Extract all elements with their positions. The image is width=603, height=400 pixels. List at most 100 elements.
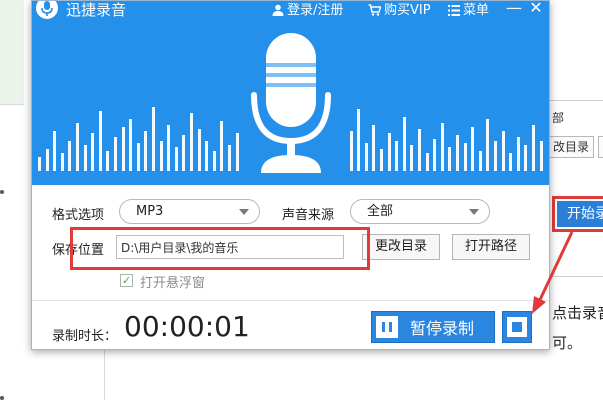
annotation-highlight-box <box>70 227 370 270</box>
audio-level-bar <box>235 133 239 171</box>
audio-level-bar <box>190 113 193 171</box>
audio-level-bar <box>425 153 429 171</box>
audio-level-bar <box>197 129 201 171</box>
footer-divider <box>32 300 549 301</box>
buy-vip-link[interactable]: 购买VIP <box>368 1 431 18</box>
audio-level-bar <box>83 145 87 171</box>
pause-recording-button[interactable]: 暂停录制 <box>371 311 495 343</box>
floating-window-checkbox[interactable]: ✓ <box>120 274 133 287</box>
audio-level-bar <box>410 145 414 171</box>
background-divider <box>0 104 24 105</box>
audio-level-bar <box>433 139 437 171</box>
audio-level-bar <box>448 147 452 171</box>
audio-level-bar <box>76 123 79 171</box>
audio-level-bar <box>478 151 482 171</box>
audio-level-bar <box>539 141 543 171</box>
audio-level-bar <box>372 125 376 171</box>
background-left-panel <box>0 0 24 104</box>
audio-level-bar <box>349 131 353 171</box>
background-change-dir-button: 改目录 <box>548 136 594 158</box>
audio-level-bar <box>136 143 140 171</box>
audio-level-bar <box>53 131 57 171</box>
audio-level-bar <box>456 135 459 171</box>
audio-level-bar <box>364 143 368 171</box>
microphone-icon <box>251 33 331 173</box>
pause-icon <box>376 316 398 338</box>
source-select[interactable]: 全部 <box>350 199 490 224</box>
floating-window-label: 打开悬浮窗 <box>140 276 206 291</box>
audio-level-bar <box>68 141 72 171</box>
login-link[interactable]: 登录/注册 <box>272 1 343 18</box>
change-directory-button[interactable]: 更改目录 <box>362 234 440 260</box>
audio-level-bar <box>182 135 186 171</box>
background-text-line: 可。 <box>552 334 583 352</box>
microphone-logo-icon <box>36 1 58 19</box>
audio-level-bar <box>494 141 497 171</box>
buy-vip-label: 购买VIP <box>384 3 431 18</box>
audio-level-bar <box>159 141 163 171</box>
audio-level-bar <box>402 117 406 171</box>
audio-level-bar <box>144 131 148 171</box>
close-button[interactable]: ✕ <box>526 1 546 17</box>
format-select[interactable]: MP3 <box>119 199 260 224</box>
audio-level-bar <box>174 147 178 171</box>
format-value: MP3 <box>136 204 164 219</box>
minimize-button[interactable]: — <box>504 1 524 17</box>
recorder-window: 迅捷录音 登录/注册 购买VIP 菜单 — ✕ 格式选项 MP3 声音来源 全部… <box>31 0 550 350</box>
user-icon <box>272 4 284 16</box>
background-open-button: 打 <box>598 136 603 158</box>
cart-icon <box>368 4 382 16</box>
audio-level-bar <box>418 129 421 171</box>
menu-lines-icon <box>448 5 460 16</box>
app-title: 迅捷录音 <box>66 1 127 19</box>
chevron-down-icon <box>469 209 479 215</box>
audio-level-bar <box>228 145 231 171</box>
recording-timer: 00:00:01 <box>124 310 250 343</box>
audio-level-bar <box>167 125 171 171</box>
audio-level-bar <box>501 131 505 171</box>
title-bar: 迅捷录音 登录/注册 购买VIP 菜单 — ✕ <box>32 1 549 23</box>
annotation-arrow-icon <box>532 231 574 314</box>
audio-level-bar <box>395 141 399 171</box>
audio-level-bar <box>98 111 102 171</box>
menu-button[interactable]: 菜单 <box>448 1 489 18</box>
audio-level-bar <box>516 137 520 171</box>
pause-recording-label: 暂停录制 <box>410 319 475 338</box>
audio-level-bar <box>509 153 513 171</box>
header-banner: 迅捷录音 登录/注册 购买VIP 菜单 — ✕ <box>32 1 549 185</box>
audio-level-bar <box>357 109 361 171</box>
audio-level-bar <box>440 123 444 171</box>
background-bullet <box>0 396 4 400</box>
audio-level-bar <box>152 107 155 171</box>
audio-level-bar <box>121 127 125 171</box>
format-label: 格式选项 <box>52 208 105 223</box>
audio-level-bar <box>387 133 391 171</box>
audio-level-bar <box>129 119 133 171</box>
audio-level-bar <box>91 133 95 171</box>
open-path-button[interactable]: 打开路径 <box>452 234 530 260</box>
audio-level-bar <box>471 127 475 171</box>
source-label: 声音来源 <box>282 208 335 223</box>
audio-level-bar <box>524 145 528 171</box>
audio-level-bar <box>532 125 535 171</box>
audio-level-bar <box>60 153 64 171</box>
background-bullet <box>0 190 4 194</box>
menu-label: 菜单 <box>463 3 490 18</box>
audio-level-bar <box>106 151 110 171</box>
background-text: 部 <box>552 111 565 125</box>
audio-level-bar <box>380 149 383 171</box>
audio-level-bar <box>220 121 224 171</box>
duration-label: 录制时长： <box>52 329 118 344</box>
audio-level-bar <box>45 149 49 171</box>
source-value: 全部 <box>367 204 394 219</box>
audio-level-bar <box>38 157 41 171</box>
background-divider <box>104 344 105 400</box>
audio-level-bar <box>463 143 467 171</box>
audio-level-bar <box>205 141 209 171</box>
audio-level-bar <box>114 137 117 171</box>
audio-level-bar <box>486 119 490 171</box>
stop-icon <box>507 317 527 337</box>
login-label: 登录/注册 <box>287 3 344 18</box>
chevron-down-icon <box>239 209 249 215</box>
audio-level-bar <box>212 151 216 171</box>
